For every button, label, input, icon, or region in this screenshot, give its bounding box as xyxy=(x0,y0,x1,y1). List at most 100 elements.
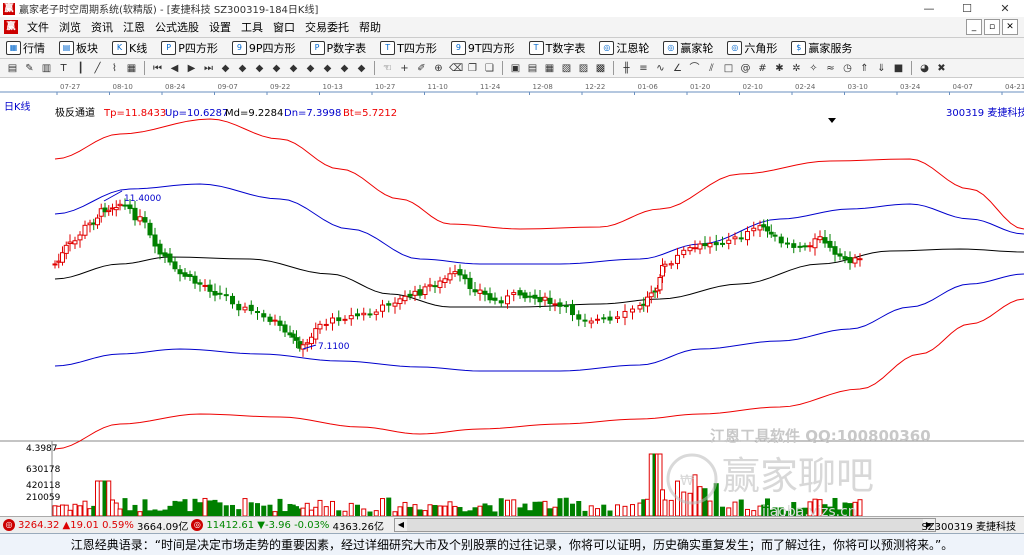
x-tick-label: 03-10 xyxy=(848,83,868,91)
cycle-icon[interactable]: ∿ xyxy=(654,62,667,75)
toolbar-kline[interactable]: K K线 xyxy=(106,40,147,56)
menu-file[interactable]: 文件 xyxy=(22,19,54,35)
close-button[interactable]: ✕ xyxy=(986,0,1024,17)
toolbar-winner-wheel[interactable]: ◎ 赢家轮 xyxy=(657,40,713,56)
up-icon[interactable]: ⇑ xyxy=(858,62,871,75)
box-icon[interactable]: □ xyxy=(722,62,735,75)
grid-tool-icon[interactable]: # xyxy=(756,62,769,75)
diamond-icon[interactable]: ◆ xyxy=(219,62,232,75)
grid-icon[interactable]: ▦ xyxy=(125,62,138,75)
kline-chart-area[interactable]: 07-27 08-10 08-24 09-07 09-22 10-13 10-27 11-10… xyxy=(0,79,1024,516)
toolbar-t-table[interactable]: T T数字表 xyxy=(523,40,585,56)
indicator-icon[interactable]: ▥ xyxy=(40,62,53,75)
diamond-icon[interactable]: ◆ xyxy=(253,62,266,75)
monitor-icon[interactable]: ▣ xyxy=(509,62,522,75)
toolbar-p-table[interactable]: P P数字表 xyxy=(304,40,366,56)
menu-formula[interactable]: 公式选股 xyxy=(150,19,204,35)
zoom-icon[interactable]: ⊕ xyxy=(432,62,445,75)
menu-window[interactable]: 窗口 xyxy=(268,19,300,35)
diamond-icon[interactable]: ◆ xyxy=(304,62,317,75)
9t-square-icon: 9 xyxy=(450,41,466,55)
pen-icon[interactable]: ✐ xyxy=(415,62,428,75)
minimize-button[interactable]: — xyxy=(910,0,948,17)
toolbar-sector[interactable]: ▤ 板块 xyxy=(53,40,98,56)
toolbar-hexagon[interactable]: ◎ 六角形 xyxy=(721,40,777,56)
toolbar-9p-square[interactable]: 9 9P四方形 xyxy=(226,40,296,56)
spiral-icon[interactable]: @ xyxy=(739,62,752,75)
low-annotation: 7.1100 xyxy=(318,342,350,352)
toolbar-quotes[interactable]: ▦ 行情 xyxy=(0,40,45,56)
quotes-icon: ▦ xyxy=(6,41,21,55)
volume-bar xyxy=(707,500,713,516)
draw-icon[interactable]: ✎ xyxy=(23,62,36,75)
cascade-icon[interactable]: ▩ xyxy=(594,62,607,75)
next-icon[interactable]: ▶ xyxy=(185,62,198,75)
diamond-icon[interactable]: ◆ xyxy=(321,62,334,75)
menu-browse[interactable]: 浏览 xyxy=(54,19,86,35)
star-icon[interactable]: ✧ xyxy=(807,62,820,75)
mark-icon[interactable]: ✱ xyxy=(773,62,786,75)
diamond-icon[interactable]: ◆ xyxy=(355,62,368,75)
bar-icon[interactable]: ┃ xyxy=(74,62,87,75)
hand-icon[interactable]: ☜ xyxy=(381,62,394,75)
fan-icon[interactable]: ⌇ xyxy=(108,62,121,75)
eraser-icon[interactable]: ⌫ xyxy=(449,62,463,75)
candle-body xyxy=(330,317,335,324)
diamond-icon[interactable]: ◆ xyxy=(338,62,351,75)
volume-bar xyxy=(726,507,732,516)
diamond-icon[interactable]: ◆ xyxy=(236,62,249,75)
candle-body xyxy=(738,237,744,240)
delete-icon[interactable]: ✖ xyxy=(935,62,948,75)
kline-chart-svg[interactable]: 07-27 08-10 08-24 09-07 09-22 10-13 10-27 11-10… xyxy=(0,79,1024,516)
paste-icon[interactable]: ❏ xyxy=(483,62,496,75)
mdi-restore-button[interactable]: ▫ xyxy=(984,19,1000,35)
mdi-close-button[interactable]: ✕ xyxy=(1002,19,1018,35)
fib-icon[interactable]: ≡ xyxy=(637,62,650,75)
maximize-button[interactable]: ☐ xyxy=(948,0,986,17)
window-icon[interactable]: ▧ xyxy=(560,62,573,75)
clock-icon[interactable]: ◷ xyxy=(841,62,854,75)
text-icon[interactable]: T xyxy=(57,62,70,75)
menu-tools[interactable]: 工具 xyxy=(236,19,268,35)
menu-help[interactable]: 帮助 xyxy=(354,19,386,35)
channel-icon[interactable]: ⫽ xyxy=(705,62,718,75)
crosshair-icon[interactable]: + xyxy=(398,62,411,75)
mdi-minimize-button[interactable]: _ xyxy=(966,19,982,35)
tile-icon[interactable]: ▨ xyxy=(577,62,590,75)
copy-icon[interactable]: ❐ xyxy=(466,62,479,75)
save-icon[interactable]: ▤ xyxy=(526,62,539,75)
volume-bar xyxy=(261,505,267,516)
scroll-left-icon[interactable]: ◀ xyxy=(395,519,407,531)
print-icon[interactable]: ▦ xyxy=(543,62,556,75)
gear-icon[interactable]: ✲ xyxy=(790,62,803,75)
toolbar-9t-square[interactable]: 9 9T四方形 xyxy=(445,40,515,56)
down-icon[interactable]: ⇓ xyxy=(875,62,888,75)
candle-body xyxy=(412,290,418,296)
diamond-icon[interactable]: ◆ xyxy=(287,62,300,75)
angle-icon[interactable]: ∠ xyxy=(671,62,684,75)
menu-trade[interactable]: 交易委托 xyxy=(300,19,354,35)
candle-body xyxy=(648,292,654,298)
wave-icon[interactable]: ≈ xyxy=(824,62,837,75)
arc-icon[interactable]: ⌒ xyxy=(688,62,701,75)
diamond-icon[interactable]: ◆ xyxy=(270,62,283,75)
toolbar-service[interactable]: $ 赢家服务 xyxy=(785,40,852,56)
last-icon[interactable]: ⏭ xyxy=(202,62,215,75)
prev-icon[interactable]: ◀ xyxy=(168,62,181,75)
period-icon[interactable]: ▤ xyxy=(6,62,19,75)
horizontal-scrollbar[interactable]: ◀ ▶ xyxy=(394,518,936,532)
chart-tool-icon[interactable]: ╫ xyxy=(620,62,633,75)
x-tick-label: 08-10 xyxy=(113,83,133,91)
line-icon[interactable]: ╱ xyxy=(91,62,104,75)
first-icon[interactable]: ⏮ xyxy=(151,62,164,75)
candle-body xyxy=(457,269,463,276)
toolbar-gann-wheel[interactable]: ◎ 江恩轮 xyxy=(593,40,649,56)
menu-settings[interactable]: 设置 xyxy=(204,19,236,35)
menu-gann[interactable]: 江恩 xyxy=(118,19,150,35)
color-wheel-icon[interactable]: ◕ xyxy=(918,62,931,75)
menu-news[interactable]: 资讯 xyxy=(86,19,118,35)
x-tick-label: 10-27 xyxy=(375,83,395,91)
toolbar-p-square[interactable]: P P四方形 xyxy=(155,40,218,56)
square-icon[interactable]: ■ xyxy=(892,62,905,75)
toolbar-t-square[interactable]: T T四方形 xyxy=(374,40,437,56)
